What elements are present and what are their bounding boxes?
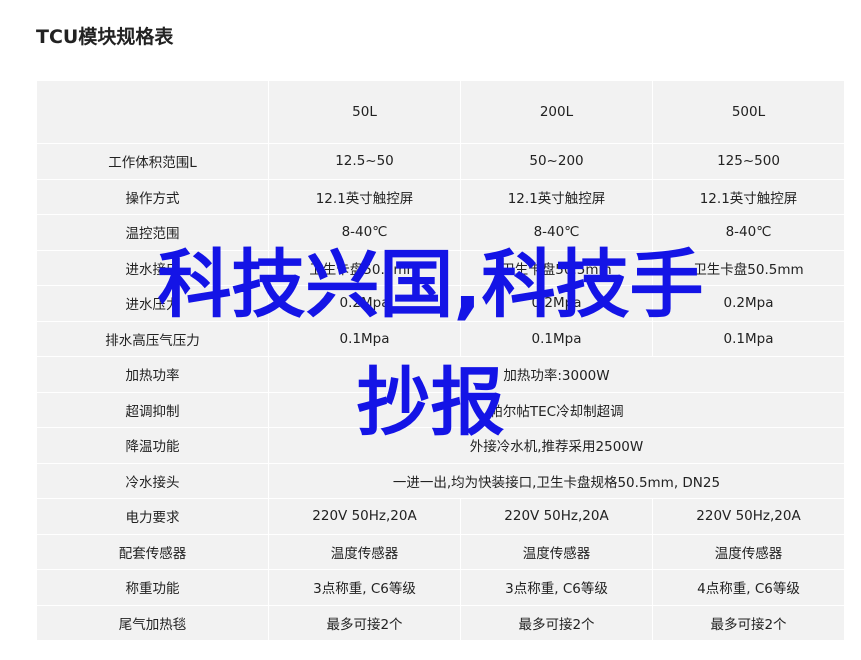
table-cell: 50~200 bbox=[460, 143, 653, 180]
table-cell: 220V 50Hz,20A bbox=[460, 498, 653, 535]
row-label: 超调抑制 bbox=[36, 391, 269, 428]
table-cell-merged: 帕尔帖TEC冷却制超调 bbox=[268, 391, 845, 428]
table-row: 配套传感器 温度传感器 温度传感器 温度传感器 bbox=[36, 533, 845, 570]
table-cell: 温度传感器 bbox=[268, 533, 461, 570]
table-row: 进水接口 卫生卡盘50.5mm 卫生卡盘50.5mm 卫生卡盘50.5mm bbox=[36, 249, 845, 286]
table-cell-merged: 加热功率:3000W bbox=[268, 356, 845, 393]
table-cell: 220V 50Hz,20A bbox=[652, 498, 845, 535]
table-cell: 温度传感器 bbox=[652, 533, 845, 570]
table-row: 加热功率 加热功率:3000W bbox=[36, 356, 845, 393]
table-cell: 3点称重, C6等级 bbox=[268, 569, 461, 606]
spec-table: 50L 200L 500L 工作体积范围L 12.5~50 50~200 125~50… bbox=[36, 80, 845, 641]
table-cell: 0.2Mpa bbox=[268, 285, 461, 322]
table-row: 进水压力 0.2Mpa 0.2Mpa 0.2Mpa bbox=[36, 285, 845, 322]
row-label: 操作方式 bbox=[36, 178, 269, 215]
row-label: 电力要求 bbox=[36, 498, 269, 535]
table-cell: 卫生卡盘50.5mm bbox=[460, 249, 653, 286]
row-label: 尾气加热毯 bbox=[36, 604, 269, 641]
table-row: 冷水接头 一进一出,均为快装接口,卫生卡盘规格50.5mm, DN25 bbox=[36, 462, 845, 499]
table-cell: 0.1Mpa bbox=[652, 320, 845, 357]
column-header-blank bbox=[36, 80, 269, 144]
table-cell: 最多可接2个 bbox=[460, 604, 653, 641]
table-row: 超调抑制 帕尔帖TEC冷却制超调 bbox=[36, 391, 845, 428]
row-label: 配套传感器 bbox=[36, 533, 269, 570]
column-header-200l: 200L bbox=[460, 80, 653, 144]
table-cell: 温度传感器 bbox=[460, 533, 653, 570]
column-header-50l: 50L bbox=[268, 80, 461, 144]
table-row: 称重功能 3点称重, C6等级 3点称重, C6等级 4点称重, C6等级 bbox=[36, 569, 845, 606]
row-label: 加热功率 bbox=[36, 356, 269, 393]
row-label: 降温功能 bbox=[36, 427, 269, 464]
row-label: 进水接口 bbox=[36, 249, 269, 286]
row-label: 工作体积范围L bbox=[36, 143, 269, 180]
table-cell: 12.5~50 bbox=[268, 143, 461, 180]
table-cell: 卫生卡盘50.5mm bbox=[268, 249, 461, 286]
row-label: 称重功能 bbox=[36, 569, 269, 606]
table-cell-merged: 一进一出,均为快装接口,卫生卡盘规格50.5mm, DN25 bbox=[268, 462, 845, 499]
table-cell: 0.2Mpa bbox=[652, 285, 845, 322]
table-cell: 4点称重, C6等级 bbox=[652, 569, 845, 606]
table-cell: 0.1Mpa bbox=[460, 320, 653, 357]
row-label: 温控范围 bbox=[36, 214, 269, 251]
table-cell-merged: 外接冷水机,推荐采用2500W bbox=[268, 427, 845, 464]
spec-table-body: 50L 200L 500L 工作体积范围L 12.5~50 50~200 125~50… bbox=[36, 80, 845, 641]
table-cell: 12.1英寸触控屏 bbox=[268, 178, 461, 215]
table-cell: 0.2Mpa bbox=[460, 285, 653, 322]
row-label: 冷水接头 bbox=[36, 462, 269, 499]
table-cell: 125~500 bbox=[652, 143, 845, 180]
table-row: 工作体积范围L 12.5~50 50~200 125~500 bbox=[36, 143, 845, 180]
table-row: 电力要求 220V 50Hz,20A 220V 50Hz,20A 220V 50Hz,… bbox=[36, 498, 845, 535]
row-label: 排水高压气压力 bbox=[36, 320, 269, 357]
table-cell: 最多可接2个 bbox=[268, 604, 461, 641]
table-cell: 3点称重, C6等级 bbox=[460, 569, 653, 606]
table-cell: 8-40℃ bbox=[268, 214, 461, 251]
table-cell: 220V 50Hz,20A bbox=[268, 498, 461, 535]
table-cell: 最多可接2个 bbox=[652, 604, 845, 641]
table-row: 排水高压气压力 0.1Mpa 0.1Mpa 0.1Mpa bbox=[36, 320, 845, 357]
table-cell: 0.1Mpa bbox=[268, 320, 461, 357]
table-row: 尾气加热毯 最多可接2个 最多可接2个 最多可接2个 bbox=[36, 604, 845, 641]
table-cell: 12.1英寸触控屏 bbox=[460, 178, 653, 215]
table-row: 降温功能 外接冷水机,推荐采用2500W bbox=[36, 427, 845, 464]
table-cell: 8-40℃ bbox=[652, 214, 845, 251]
row-label: 进水压力 bbox=[36, 285, 269, 322]
page-title: TCU模块规格表 bbox=[36, 26, 174, 48]
table-row: 温控范围 8-40℃ 8-40℃ 8-40℃ bbox=[36, 214, 845, 251]
table-cell: 8-40℃ bbox=[460, 214, 653, 251]
table-cell: 12.1英寸触控屏 bbox=[652, 178, 845, 215]
table-cell: 卫生卡盘50.5mm bbox=[652, 249, 845, 286]
column-header-500l: 500L bbox=[652, 80, 845, 144]
table-row: 操作方式 12.1英寸触控屏 12.1英寸触控屏 12.1英寸触控屏 bbox=[36, 178, 845, 215]
table-header-row: 50L 200L 500L bbox=[36, 80, 845, 144]
